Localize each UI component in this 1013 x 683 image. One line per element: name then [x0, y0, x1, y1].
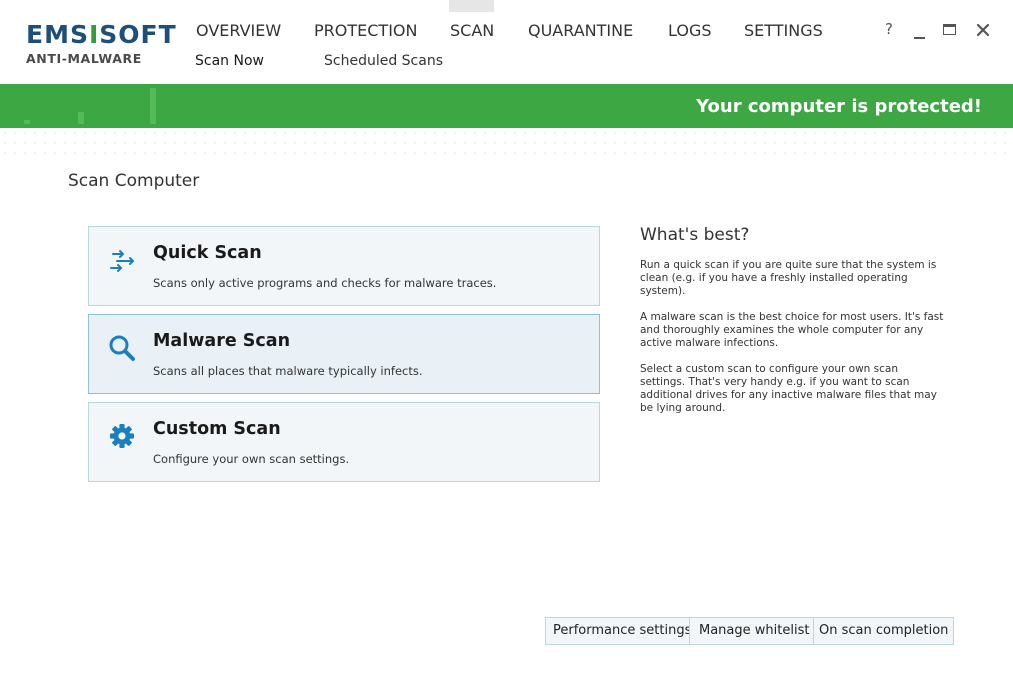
minimize-icon — [914, 37, 925, 39]
nav-overview[interactable]: OVERVIEW — [196, 21, 281, 40]
maximize-icon — [943, 24, 956, 35]
close-button[interactable] — [972, 20, 994, 41]
help-button[interactable]: ? — [878, 20, 900, 38]
subnav-scheduled-scans[interactable]: Scheduled Scans — [324, 53, 443, 69]
on-scan-completion-button[interactable]: On scan completion — [813, 617, 955, 645]
quick-scan-title: Quick Scan — [153, 243, 262, 263]
activity-bar — [78, 112, 84, 124]
activity-bar — [150, 88, 156, 124]
nav-settings[interactable]: SETTINGS — [744, 21, 823, 40]
malware-scan-description: Scans all places that malware typically … — [153, 364, 423, 378]
quick-scan-card[interactable]: Quick Scan Scans only active programs an… — [88, 226, 600, 306]
logo-text-soft: SOFT — [99, 20, 177, 49]
emsisoft-logo: EMSISOFT ANTI-MALWARE — [26, 20, 177, 67]
whats-best-panel: What's best? Run a quick scan if you are… — [640, 225, 945, 428]
logo-subtitle: ANTI-MALWARE — [26, 51, 142, 66]
performance-settings-button[interactable]: Performance settings — [545, 617, 700, 645]
nav-scan[interactable]: SCAN — [450, 21, 494, 40]
malware-scan-card[interactable]: Malware Scan Scans all places that malwa… — [88, 314, 600, 394]
whats-best-custom-text: Select a custom scan to configure your o… — [640, 363, 937, 414]
active-tab-indicator — [449, 0, 494, 12]
nav-protection[interactable]: PROTECTION — [314, 21, 417, 40]
custom-scan-title: Custom Scan — [153, 419, 281, 439]
activity-bar — [24, 120, 30, 124]
subnav-scan-now[interactable]: Scan Now — [195, 53, 264, 69]
whats-best-quick-text: Run a quick scan if you are quite sure t… — [640, 259, 937, 297]
gear-icon — [110, 424, 134, 448]
nav-logs[interactable]: LOGS — [668, 21, 712, 40]
close-icon — [976, 23, 990, 37]
manage-whitelist-button[interactable]: Manage whitelist — [689, 617, 820, 645]
logo-text-ems: EMS — [26, 20, 89, 49]
quick-scan-description: Scans only active programs and checks fo… — [153, 276, 497, 290]
app-header: EMSISOFT ANTI-MALWARE OVERVIEW PROTECTIO… — [0, 0, 1013, 84]
protection-status-banner: Your computer is protected! — [0, 84, 1013, 128]
arrows-icon — [110, 250, 135, 272]
whats-best-malware-text: A malware scan is the best choice for mo… — [640, 311, 944, 349]
logo-text-i: I — [88, 20, 100, 49]
protection-status-text: Your computer is protected! — [696, 96, 982, 117]
decorative-dot-pattern — [0, 128, 1013, 158]
custom-scan-card[interactable]: Custom Scan Configure your own scan sett… — [88, 402, 600, 482]
whats-best-title: What's best? — [640, 225, 750, 245]
nav-quarantine[interactable]: QUARANTINE — [528, 21, 633, 40]
page-title: Scan Computer — [68, 171, 200, 191]
custom-scan-description: Configure your own scan settings. — [153, 452, 350, 466]
magnifier-icon — [109, 335, 135, 361]
malware-scan-title: Malware Scan — [153, 331, 291, 351]
